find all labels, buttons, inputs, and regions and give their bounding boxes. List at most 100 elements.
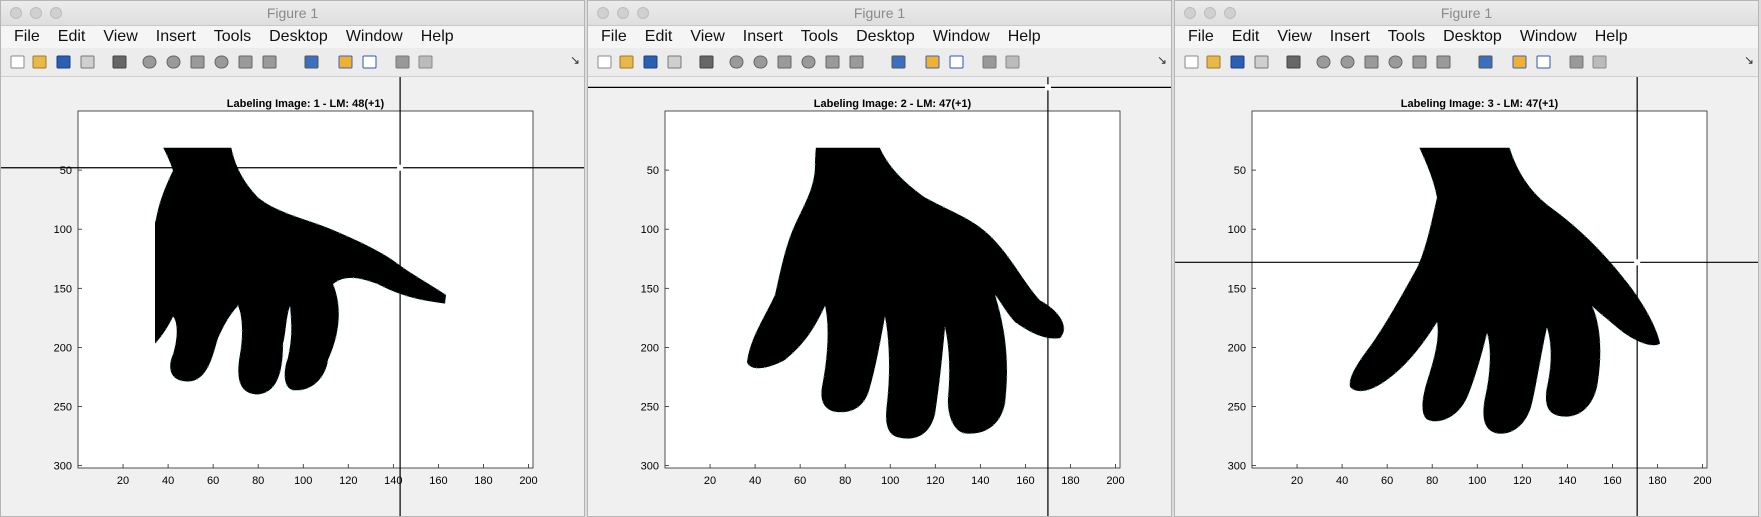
pointer-icon[interactable]: [1285, 54, 1303, 70]
axes-canvas[interactable]: Labeling Image: 3 - LM: 47(+1) 50 100 150 20…: [1175, 77, 1759, 517]
zoom-out-icon[interactable]: [165, 54, 183, 70]
title-bar[interactable]: Figure 1: [1, 1, 584, 26]
legend-icon[interactable]: [948, 54, 966, 70]
open-file-icon[interactable]: [31, 54, 49, 70]
colorbar-icon[interactable]: [924, 54, 942, 70]
menu-insert[interactable]: Insert: [734, 26, 792, 48]
dock-icon[interactable]: [1004, 54, 1022, 70]
brush-icon[interactable]: [848, 54, 866, 70]
menu-edit[interactable]: Edit: [636, 26, 682, 48]
menu-window[interactable]: Window: [337, 26, 412, 48]
menu-window[interactable]: Window: [924, 26, 999, 48]
save-icon[interactable]: [642, 54, 660, 70]
print-icon[interactable]: [666, 54, 684, 70]
data-cursor-icon[interactable]: [1411, 54, 1429, 70]
pointer-icon[interactable]: [698, 54, 716, 70]
brush-icon[interactable]: [1435, 54, 1453, 70]
y-tick-label: 100: [641, 224, 659, 236]
undock-arrow-icon[interactable]: ↘: [1744, 53, 1754, 67]
colorbar-icon[interactable]: [1511, 54, 1529, 70]
menu-insert[interactable]: Insert: [147, 26, 205, 48]
x-tick-label: 80: [839, 475, 851, 487]
plot-area[interactable]: Labeling Image: 2 - LM: 47(+1) 50 100 150 20…: [588, 77, 1171, 516]
menu-desktop[interactable]: Desktop: [1434, 26, 1511, 48]
new-figure-icon[interactable]: [1183, 54, 1201, 70]
menu-view[interactable]: View: [94, 26, 146, 48]
legend-icon[interactable]: [361, 54, 379, 70]
zoom-out-icon[interactable]: [1339, 54, 1357, 70]
print-icon[interactable]: [1253, 54, 1271, 70]
zoom-in-icon[interactable]: [728, 54, 746, 70]
menu-tools[interactable]: Tools: [792, 26, 847, 48]
menu-help[interactable]: Help: [412, 26, 463, 48]
open-file-icon[interactable]: [1205, 54, 1223, 70]
figure-toolbar: ↘: [1175, 48, 1758, 77]
menu-insert[interactable]: Insert: [1321, 26, 1379, 48]
link-plot-icon[interactable]: [890, 54, 908, 70]
menu-file[interactable]: File: [5, 26, 49, 48]
title-bar[interactable]: Figure 1: [588, 1, 1171, 26]
data-cursor-icon[interactable]: [237, 54, 255, 70]
menu-bar: File Edit View Insert Tools Desktop Window Help: [588, 26, 1171, 48]
x-tick-label: 20: [117, 475, 129, 487]
print-icon[interactable]: [79, 54, 97, 70]
menu-file[interactable]: File: [1179, 26, 1223, 48]
y-tick-label: 50: [1234, 165, 1246, 177]
y-tick-label: 250: [54, 402, 72, 414]
undock-arrow-icon[interactable]: ↘: [1157, 53, 1167, 67]
rotate-icon[interactable]: [800, 54, 818, 70]
x-tick-label: 160: [429, 475, 447, 487]
rotate-icon[interactable]: [1387, 54, 1405, 70]
axes-canvas[interactable]: Labeling Image: 2 - LM: 47(+1) 50 100 150 20…: [588, 77, 1172, 517]
pan-icon[interactable]: [189, 54, 207, 70]
x-tick-label: 20: [704, 475, 716, 487]
x-tick-label: 140: [971, 475, 989, 487]
save-icon[interactable]: [1229, 54, 1247, 70]
link-plot-icon[interactable]: [303, 54, 321, 70]
plot-area[interactable]: Labeling Image: 3 - LM: 47(+1) 50 100 150 20…: [1175, 77, 1758, 516]
x-tick-label: 100: [881, 475, 899, 487]
undock-arrow-icon[interactable]: ↘: [570, 53, 580, 67]
menu-edit[interactable]: Edit: [1223, 26, 1269, 48]
dock-icon[interactable]: [1591, 54, 1609, 70]
axes-canvas[interactable]: Labeling Image: 1 - LM: 48(+1) 50 100 150 20…: [1, 77, 585, 517]
plot-area[interactable]: Labeling Image: 1 - LM: 48(+1) 50 100 150 20…: [1, 77, 584, 516]
menu-tools[interactable]: Tools: [1379, 26, 1434, 48]
data-cursor-icon[interactable]: [824, 54, 842, 70]
menu-file[interactable]: File: [592, 26, 636, 48]
crosshair-center: [1044, 84, 1051, 91]
pointer-icon[interactable]: [111, 54, 129, 70]
open-file-icon[interactable]: [618, 54, 636, 70]
save-icon[interactable]: [55, 54, 73, 70]
hide-tools-icon[interactable]: [981, 54, 999, 70]
zoom-in-icon[interactable]: [1315, 54, 1333, 70]
menu-tools[interactable]: Tools: [205, 26, 260, 48]
menu-edit[interactable]: Edit: [49, 26, 95, 48]
menu-window[interactable]: Window: [1511, 26, 1586, 48]
new-figure-icon[interactable]: [596, 54, 614, 70]
link-plot-icon[interactable]: [1477, 54, 1495, 70]
hide-tools-icon[interactable]: [1568, 54, 1586, 70]
menu-view[interactable]: View: [681, 26, 733, 48]
dock-icon[interactable]: [417, 54, 435, 70]
brush-icon[interactable]: [261, 54, 279, 70]
menu-desktop[interactable]: Desktop: [260, 26, 337, 48]
menu-help[interactable]: Help: [999, 26, 1050, 48]
menu-view[interactable]: View: [1268, 26, 1320, 48]
crosshair-center: [1634, 259, 1641, 266]
new-figure-icon[interactable]: [9, 54, 27, 70]
x-tick-label: 40: [749, 475, 761, 487]
colorbar-icon[interactable]: [337, 54, 355, 70]
pan-icon[interactable]: [1363, 54, 1381, 70]
y-tick-label: 250: [1228, 402, 1246, 414]
zoom-out-icon[interactable]: [752, 54, 770, 70]
menu-desktop[interactable]: Desktop: [847, 26, 924, 48]
title-bar[interactable]: Figure 1: [1175, 1, 1758, 26]
pan-icon[interactable]: [776, 54, 794, 70]
menu-help[interactable]: Help: [1586, 26, 1637, 48]
zoom-in-icon[interactable]: [141, 54, 159, 70]
window-title: Figure 1: [1440, 5, 1493, 21]
rotate-icon[interactable]: [213, 54, 231, 70]
hide-tools-icon[interactable]: [394, 54, 412, 70]
legend-icon[interactable]: [1535, 54, 1553, 70]
